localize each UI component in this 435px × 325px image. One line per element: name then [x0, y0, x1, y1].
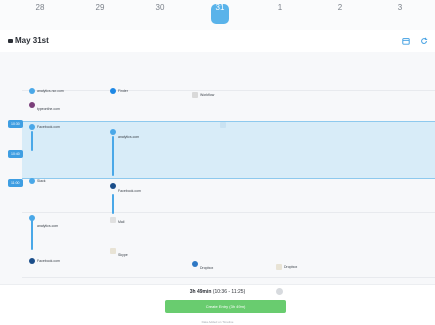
day-header: May 31st — [0, 30, 435, 52]
timeline-event[interactable]: Dropbox — [200, 266, 213, 270]
range-start-tag[interactable]: 10:30 — [8, 120, 23, 128]
timeline-event[interactable]: analytics.com — [37, 224, 58, 228]
user-icon — [29, 102, 35, 108]
mail-icon — [110, 217, 116, 223]
day-3[interactable]: 3 — [385, 3, 415, 13]
site-icon — [29, 124, 35, 130]
date-strip: 28 29 30 31 1 2 3 — [0, 0, 435, 31]
doc-icon — [192, 92, 198, 98]
dropbox-icon — [192, 261, 198, 267]
day-29[interactable]: 29 — [85, 3, 115, 13]
activity-bar — [31, 220, 33, 250]
timeline-event[interactable]: Slack — [37, 179, 46, 183]
lock-icon — [8, 39, 13, 43]
range-end-tag[interactable]: 11:00 — [8, 179, 23, 187]
day-28[interactable]: 28 — [25, 3, 55, 13]
timeline-event[interactable]: Workflow — [200, 93, 214, 97]
site-icon — [29, 88, 35, 94]
selection-footer: 3h 49min (10:36 - 11:25) Create Entry (3… — [0, 284, 435, 325]
info-icon[interactable] — [276, 288, 283, 295]
site-icon — [110, 129, 116, 135]
selected-range[interactable] — [22, 121, 435, 179]
timeline-event[interactable]: analytics.ncr.com — [37, 89, 64, 93]
calendar-icon[interactable] — [402, 37, 410, 45]
facebook-icon — [110, 183, 116, 189]
hour-line — [22, 212, 435, 213]
facebook-icon — [29, 258, 35, 264]
day-31-selected[interactable]: 31 — [205, 3, 235, 24]
activity-bar — [31, 131, 33, 151]
page-title: May 31st — [8, 36, 49, 45]
timeline-event[interactable]: typeonthe.com — [37, 107, 60, 111]
refresh-icon[interactable] — [420, 37, 428, 45]
timeline-event[interactable]: Skype — [118, 253, 128, 257]
activity-bar — [112, 136, 114, 176]
footer-note: Data Added on Timeline — [201, 320, 234, 324]
day-1[interactable]: 1 — [265, 3, 295, 13]
activity-bar — [112, 194, 114, 214]
day-30[interactable]: 30 — [145, 3, 175, 13]
hour-line — [22, 277, 435, 278]
window-icon — [220, 122, 226, 128]
hour-line — [22, 90, 435, 91]
timeline-event[interactable]: Facebook.com — [118, 189, 141, 193]
timeline[interactable]: 10:30 10:40 11:00 analytics.ncr.com Find… — [0, 52, 435, 284]
finder-icon — [110, 88, 116, 94]
slack-icon — [29, 178, 35, 184]
timeline-event[interactable]: Finder — [118, 89, 128, 93]
timeline-event[interactable]: Facebook.com — [37, 125, 60, 129]
timeline-event[interactable]: Mail — [118, 220, 124, 224]
selection-summary: 3h 49min (10:36 - 11:25) — [189, 289, 246, 295]
timeline-event[interactable]: analytics.com — [118, 135, 139, 139]
timeline-event[interactable]: Facebook.com — [37, 259, 60, 263]
doc-icon — [276, 264, 282, 270]
create-entry-button[interactable]: Create Entry (3h 49m) — [165, 300, 286, 313]
skype-icon — [110, 248, 116, 254]
day-2[interactable]: 2 — [325, 3, 355, 13]
range-middle-tag[interactable]: 10:40 — [8, 150, 23, 158]
timeline-event[interactable]: Dropbox — [284, 265, 297, 269]
